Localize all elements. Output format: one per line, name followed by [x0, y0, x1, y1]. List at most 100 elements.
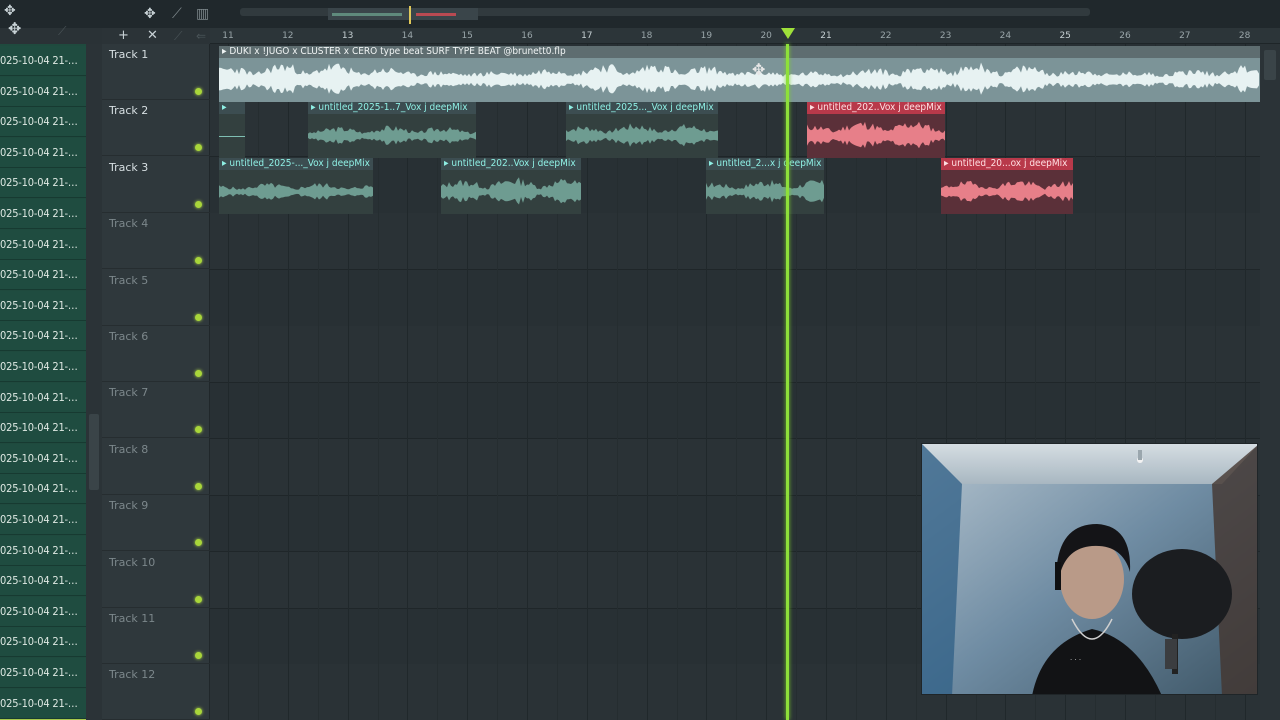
scroll-thumb[interactable]: [89, 414, 99, 490]
clip-title: ▸ untitled_2025-..._Vox j deepMix: [219, 158, 373, 170]
track-mute-led[interactable]: [195, 313, 202, 321]
track-mute-led[interactable]: [195, 539, 202, 547]
waveform: [219, 62, 1259, 95]
row-divider: [210, 382, 1260, 383]
back-icon[interactable]: ⇐: [196, 29, 206, 43]
track-mute-led[interactable]: [195, 257, 202, 265]
browser-item[interactable]: 025-10-04 21-…: [0, 474, 86, 505]
browser-item[interactable]: 025-10-04 21-…: [0, 107, 86, 138]
pencil-icon[interactable]: ⟋: [174, 29, 182, 43]
track-header[interactable]: Track 2: [102, 100, 210, 157]
browser-panel: 025-10-04 21-… 025-10-04 21-… 025-10-04 21…: [0, 44, 86, 720]
track-header[interactable]: Track 11: [102, 608, 210, 664]
browser-item[interactable]: 025-10-04 21-…: [0, 443, 86, 474]
track-header[interactable]: Track 3: [102, 157, 210, 213]
clip-track3-a[interactable]: ▸ untitled_2025-..._Vox j deepMix: [219, 158, 373, 214]
track-name: Track 1: [109, 48, 149, 61]
browser-item[interactable]: 025-10-04 21-…: [0, 627, 86, 658]
track-mute-led[interactable]: [195, 370, 202, 377]
browser-item[interactable]: 025-10-04 21-…: [0, 688, 86, 719]
browser-item[interactable]: 025-10-04 21-…: [0, 382, 86, 413]
track-header[interactable]: Track 7: [102, 382, 210, 439]
browser-item[interactable]: 025-10-04 21-…: [0, 413, 86, 444]
clip-track3-b[interactable]: ▸ untitled_202..Vox j deepMix: [441, 158, 581, 214]
clip-name: untitled_2025-1..7_Vox j deepMix: [318, 102, 468, 113]
browser-pencil-icon[interactable]: ⟋: [58, 24, 66, 38]
waveform: [566, 123, 718, 147]
move-icon[interactable]: ✥: [4, 4, 16, 18]
bar-number: 16: [521, 31, 533, 41]
clip-track2-b[interactable]: ▸ untitled_2025-1..7_Vox j deepMix: [308, 102, 476, 158]
track-header[interactable]: Track 6: [102, 326, 210, 382]
clip-track2-d[interactable]: ▸ untitled_202..Vox j deepMix: [807, 102, 945, 158]
timeline-ruler[interactable]: 11 12 13 14 15 16 17 18 19 20 21 22 23 24 25 26 27 28: [210, 28, 1280, 44]
bar-number: 18: [640, 31, 653, 41]
track-mute-led[interactable]: [195, 88, 202, 95]
grid-line: [556, 44, 558, 720]
track-mute-led[interactable]: [195, 652, 202, 659]
browser-item[interactable]: 025-10-04 21-…: [0, 535, 86, 566]
browser-item[interactable]: 025-10-04 21-…: [0, 260, 86, 291]
browser-item[interactable]: 025-10-04 21-…: [0, 46, 86, 76]
browser-item[interactable]: 025-10-04 21-…: [0, 290, 86, 321]
browser-item[interactable]: 025-10-04 21-…: [0, 229, 86, 260]
bar-number: 15: [461, 31, 473, 41]
piano-icon[interactable]: ▥: [196, 7, 209, 21]
track-header[interactable]: Track 12: [102, 664, 210, 720]
track-header[interactable]: Track 8: [102, 439, 210, 495]
bar-number: 22: [880, 31, 892, 41]
browser-item[interactable]: 025-10-04 21-…: [0, 658, 86, 688]
clip-master-audio[interactable]: ▸ DUKI x !JUGO x CLÜSTER x CERO type bea…: [219, 46, 1260, 102]
clip-track2-a[interactable]: ▸: [219, 102, 245, 158]
clip-title: ▸ untitled_202..Vox j deepMix: [441, 158, 581, 170]
browser-scrollbar[interactable]: [86, 44, 102, 720]
close-icon[interactable]: ✕: [147, 29, 158, 43]
browser-item[interactable]: 025-10-04 21-…: [0, 505, 86, 535]
clip-title: ▸ untitled_202..Vox j deepMix: [807, 102, 945, 114]
grid-line: [796, 44, 798, 720]
clip-title: ▸ untitled_2...x j deepMix: [706, 158, 824, 170]
bar-number: 17: [581, 31, 593, 41]
track-header[interactable]: Track 4: [102, 213, 210, 270]
grid-line: [736, 44, 738, 720]
browser-move-icon[interactable]: ✥: [8, 21, 21, 37]
bar-number: 21: [820, 31, 832, 41]
vertical-scrollbar[interactable]: [1260, 44, 1280, 720]
clip-name: untitled_202..Vox j deepMix: [817, 102, 942, 113]
scroll-thumb[interactable]: [1264, 50, 1276, 80]
browser-item[interactable]: 025-10-04 21-…: [0, 137, 86, 168]
track-mute-led[interactable]: [195, 595, 202, 603]
track-mute-led[interactable]: [195, 200, 202, 208]
browser-item[interactable]: 025-10-04 21-…: [0, 76, 86, 107]
track-header[interactable]: Track 9: [102, 495, 210, 552]
bar-number: 26: [1119, 31, 1131, 41]
track-name: Track 8: [109, 442, 149, 456]
clip-title: ▸ untitled_2025-1..7_Vox j deepMix: [308, 102, 476, 114]
add-icon[interactable]: +: [118, 29, 129, 43]
track-row: [210, 213, 1260, 270]
pencil-icon[interactable]: ⟋: [172, 7, 182, 21]
browser-item[interactable]: 025-10-04 21-…: [0, 168, 86, 199]
browser-item[interactable]: 025-10-04 21-…: [0, 199, 86, 229]
clip-track3-d[interactable]: ▸ untitled_20...ox j deepMix: [941, 158, 1073, 214]
snap-icon[interactable]: ✥: [144, 7, 156, 21]
track-name: Track 10: [109, 555, 156, 569]
playhead-line[interactable]: [786, 44, 789, 720]
track-mute-led[interactable]: [195, 482, 202, 490]
browser-item[interactable]: 025-10-04 21-…: [0, 321, 86, 352]
waveform: [441, 177, 581, 205]
track-row: [210, 326, 1260, 382]
browser-item[interactable]: 025-10-04 21-…: [0, 566, 86, 597]
track-mute-led[interactable]: [195, 144, 202, 152]
playhead-marker-icon[interactable]: [781, 28, 795, 39]
track-name: Track 9: [109, 499, 149, 513]
track-header[interactable]: Track 10: [102, 552, 210, 608]
browser-item[interactable]: 025-10-04 21-…: [0, 596, 86, 627]
track-header[interactable]: Track 5: [102, 270, 210, 326]
browser-item[interactable]: 025-10-04 21-…: [0, 352, 86, 382]
track-mute-led[interactable]: [195, 708, 202, 716]
track-header[interactable]: Track 1: [102, 44, 210, 100]
clip-track3-c[interactable]: ▸ untitled_2...x j deepMix: [706, 158, 824, 214]
track-mute-led[interactable]: [195, 426, 202, 434]
clip-track2-c[interactable]: ▸ untitled_2025..._Vox j deepMix: [566, 102, 718, 158]
